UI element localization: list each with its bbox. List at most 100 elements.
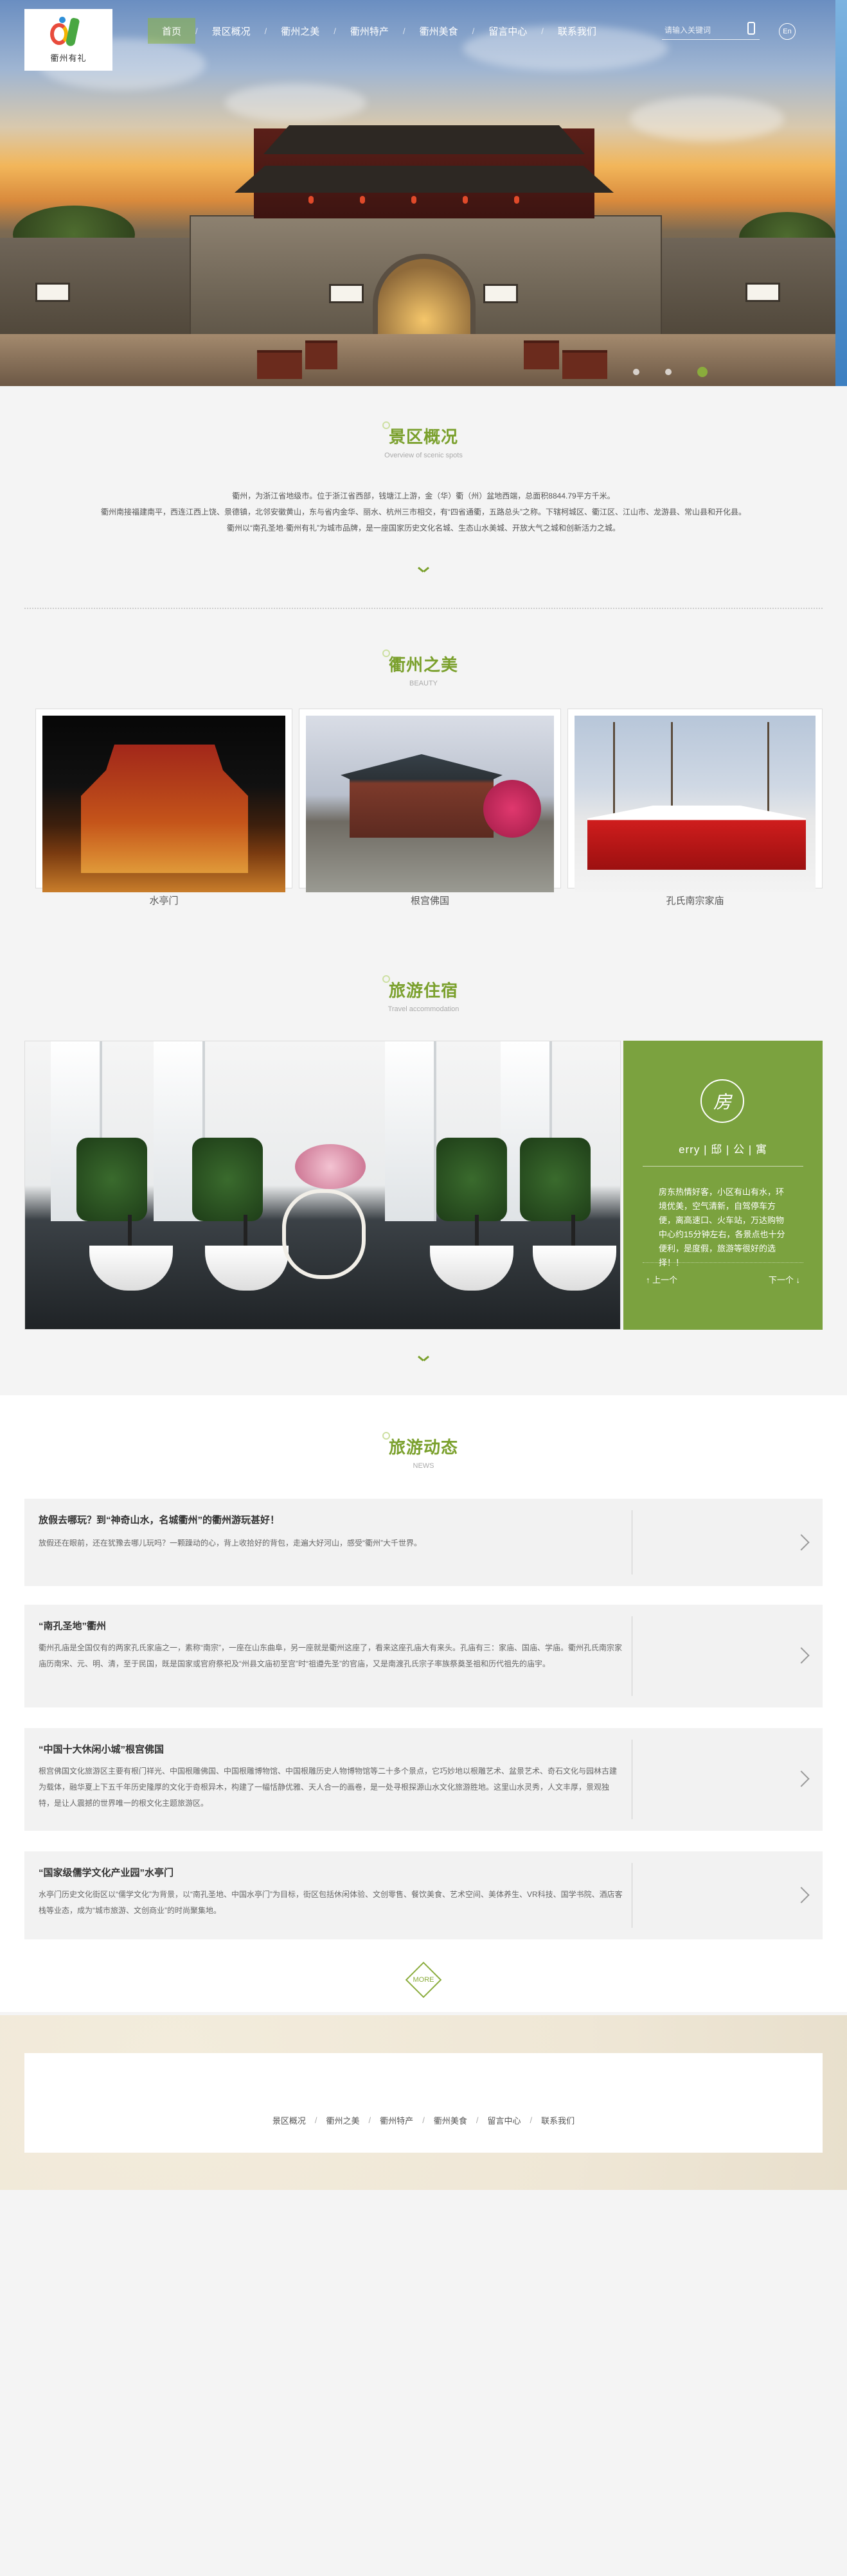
footer-link-food[interactable]: 衢州美食: [425, 2114, 476, 2126]
accommodation-name: erry | 邸 | 公 | 寓: [679, 1143, 767, 1156]
accommodation-image[interactable]: [24, 1041, 621, 1330]
nav-item-home[interactable]: 首页: [148, 18, 196, 44]
arrow-up-icon: ↑: [646, 1275, 650, 1285]
planter: [257, 350, 302, 379]
planter: [524, 340, 559, 369]
news-item[interactable]: “南孔圣地”衢州 衢州孔庙是全国仅有的两家孔氏家庙之一，素称“南宗”，一座在山东…: [24, 1605, 823, 1707]
nav-item-contact[interactable]: 联系我们: [544, 18, 611, 44]
news-item[interactable]: “国家级儒学文化产业园”水亭门 水亭门历史文化街区以“儒学文化”为背景，以“南孔…: [24, 1851, 823, 1939]
news-title[interactable]: 放假去哪玩？到“神奇山水，名城衢州”的衢州游玩甚好！: [39, 1513, 280, 1526]
lantern: [360, 196, 365, 204]
overview-line: 衢州，为浙江省地级市。位于浙江省西部，钱塘江上游，金（华）衢（州）盆地西端，总面…: [232, 491, 615, 500]
news-summary: 水亭门历史文化街区以“儒学文化”为背景，以“南孔圣地、中国水亭门”为目标，街区包…: [39, 1890, 623, 1915]
beauty-card[interactable]: 水亭门: [35, 709, 292, 906]
footer-link-contact[interactable]: 联系我们: [532, 2114, 584, 2126]
nav-item-beauty[interactable]: 衢州之美: [267, 18, 334, 44]
overview-text: 衢州，为浙江省地级市。位于浙江省西部，钱塘江上游，金（华）衢（州）盆地西端，总面…: [0, 488, 847, 536]
tower-roof-lower: [235, 166, 614, 193]
footer-link-beauty[interactable]: 衢州之美: [317, 2114, 369, 2126]
section-divider: [24, 608, 823, 609]
chevron-right-icon[interactable]: [793, 1887, 810, 1903]
beauty-subheading: BEAUTY: [409, 680, 438, 687]
overview-line: 衢州南接福建南平，西连江西上饶、景德镇，北邻安徽黄山，东与省内金华、丽水、杭州三…: [101, 507, 746, 516]
footer: 景区概况 / 衢州之美 / 衢州特产 / 衢州美食 / 留言中心 / 联系我们: [24, 2053, 823, 2153]
news-title[interactable]: “中国十大休闲小城”根宫佛国: [39, 1742, 164, 1756]
news-summary: 放假还在眼前，还在犹豫去哪儿玩吗？一颗躁动的心，背上收拾好的背包，走遍大好河山，…: [39, 1539, 422, 1548]
news-title[interactable]: “国家级儒学文化产业园”水亭门: [39, 1866, 174, 1879]
tower-roof-upper: [263, 125, 585, 154]
plaza-ground: [0, 334, 835, 386]
search-box: [662, 22, 760, 40]
prev-label: 上一个: [652, 1275, 678, 1285]
beauty-card[interactable]: 孔氏南宗家庙: [567, 709, 823, 906]
planter: [305, 340, 337, 369]
accommodation-badge: 房: [700, 1079, 744, 1123]
beauty-image-shuitingmen: [42, 716, 285, 892]
nav-item-food[interactable]: 衢州美食: [406, 18, 472, 44]
beauty-image-gengong: [306, 716, 554, 892]
logo-text: 衢州有礼: [50, 53, 87, 64]
panel-divider: [643, 1166, 803, 1167]
beauty-caption: 孔氏南宗家庙: [666, 895, 724, 906]
next-label: 下一个: [768, 1275, 794, 1285]
lantern: [514, 196, 519, 204]
news-item[interactable]: 放假去哪玩？到“神奇山水，名城衢州”的衢州游玩甚好！ 放假还在眼前，还在犹豫去哪…: [24, 1499, 823, 1586]
chevron-right-icon[interactable]: [793, 1770, 810, 1787]
chevron-down-icon[interactable]: [418, 567, 429, 573]
carousel-dot[interactable]: [665, 369, 672, 375]
overview-subheading: Overview of scenic spots: [384, 452, 463, 459]
accommodation-panel: 房 erry | 邸 | 公 | 寓 房东热情好客，小区有山有水，环境优美，空气…: [623, 1041, 823, 1330]
nav-item-specialty[interactable]: 衢州特产: [336, 18, 403, 44]
footer-link-overview[interactable]: 景区概况: [263, 2114, 315, 2126]
language-switch-button[interactable]: En: [779, 23, 796, 40]
mobile-icon[interactable]: [747, 22, 755, 35]
wall-window: [35, 283, 70, 302]
panel-divider: [643, 1262, 803, 1263]
overview-line: 衢州以“南孔圣地·衢州有礼”为城市品牌，是一座国家历史文化名城、生态山水美城、开…: [227, 524, 620, 533]
chevron-down-icon[interactable]: [418, 1355, 429, 1362]
news-section-title: 旅游动态 NEWS: [0, 1432, 847, 1470]
hero-banner: 衢州有礼 首页 / 景区概况 / 衢州之美 / 衢州特产 / 衢州美食 / 留言…: [0, 0, 847, 386]
cloud: [225, 84, 366, 122]
beauty-card[interactable]: 根宫佛国: [299, 709, 561, 906]
nav-item-message[interactable]: 留言中心: [474, 18, 541, 44]
accommodation-heading: 旅游住宿: [382, 975, 458, 1001]
beauty-caption: 根宫佛国: [410, 895, 449, 906]
lantern: [411, 196, 416, 204]
carousel-dot[interactable]: [633, 369, 639, 375]
right-edge-strip: [835, 0, 847, 386]
logo-mark-icon: [46, 16, 91, 49]
news-subheading: NEWS: [413, 1462, 434, 1470]
lantern: [463, 196, 468, 204]
footer-nav: 景区概况 / 衢州之美 / 衢州特产 / 衢州美食 / 留言中心 / 联系我们: [24, 2114, 823, 2126]
planter: [562, 350, 607, 379]
main-nav: 首页 / 景区概况 / 衢州之美 / 衢州特产 / 衢州美食 / 留言中心 / …: [148, 18, 611, 44]
accommodation-subheading: Travel accommodation: [388, 1005, 459, 1013]
beauty-section-title: 衢州之美 BEAUTY: [0, 649, 847, 687]
news-heading: 旅游动态: [382, 1432, 458, 1458]
news-summary: 根宫佛国文化旅游区主要有根门祥光、中国根雕佛国、中国根雕博物馆、中国根雕历史人物…: [39, 1767, 618, 1808]
arrow-down-icon: ↓: [796, 1275, 801, 1285]
news-item[interactable]: “中国十大休闲小城”根宫佛国 根宫佛国文化旅游区主要有根门祥光、中国根雕佛国、中…: [24, 1728, 823, 1831]
accommodation-section-title: 旅游住宿 Travel accommodation: [0, 975, 847, 1013]
wall-window: [483, 284, 518, 303]
footer-link-message[interactable]: 留言中心: [478, 2114, 530, 2126]
wall-window: [329, 284, 364, 303]
beauty-caption: 水亭门: [149, 895, 179, 906]
site-logo[interactable]: 衢州有礼: [24, 9, 112, 71]
nav-item-overview[interactable]: 景区概况: [198, 18, 265, 44]
chevron-right-icon[interactable]: [793, 1534, 810, 1551]
overview-section-title: 景区概况 Overview of scenic spots: [0, 421, 847, 459]
chevron-right-icon[interactable]: [793, 1647, 810, 1664]
prev-button[interactable]: ↑ 上一个: [646, 1273, 677, 1285]
wall-window: [745, 283, 780, 302]
next-button[interactable]: 下一个 ↓: [769, 1273, 800, 1285]
cloud: [630, 96, 784, 141]
footer-link-specialty[interactable]: 衢州特产: [371, 2114, 422, 2126]
beauty-heading: 衢州之美: [382, 649, 458, 676]
more-button[interactable]: MORE: [405, 1961, 442, 1998]
news-title[interactable]: “南孔圣地”衢州: [39, 1619, 106, 1632]
search-input[interactable]: [662, 22, 752, 39]
carousel-dot-active[interactable]: [697, 367, 708, 377]
accommodation-description: 房东热情好客，小区有山有水，环境优美，空气清新，自驾停车方便，离高速口、火车站，…: [659, 1187, 785, 1267]
